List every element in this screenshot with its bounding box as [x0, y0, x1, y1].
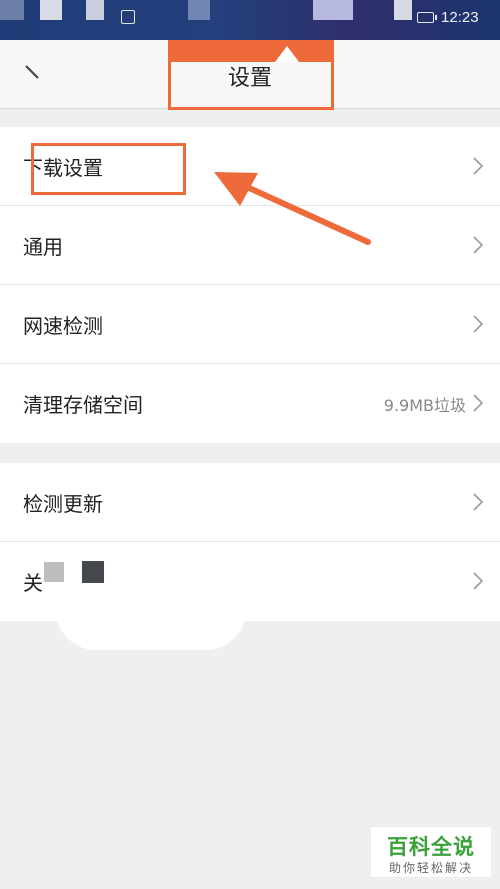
junk-size-value: 9.9MB垃圾 [383, 396, 466, 415]
battery-icon [417, 12, 437, 23]
status-blur-block [188, 0, 210, 20]
row-label: 关 [23, 571, 43, 595]
watermark-logo: 百科全说 助你轻松解决 [370, 826, 492, 878]
chevron-right-icon [473, 394, 484, 412]
settings-row-check-update[interactable]: 检测更新 [0, 463, 500, 542]
chevron-right-icon [473, 572, 484, 590]
highlight-box [31, 143, 186, 195]
row-label: 通用 [23, 235, 63, 259]
status-bar: 12:23 [0, 0, 500, 40]
chevron-right-icon [473, 236, 484, 254]
row-label: 网速检测 [23, 314, 103, 338]
status-blur-block [394, 0, 412, 20]
status-blur-block [86, 0, 104, 20]
redaction-mosaic [44, 562, 64, 582]
status-blur-block [40, 0, 62, 20]
watermark-title: 百科全说 [387, 835, 475, 859]
chevron-right-icon [473, 157, 484, 175]
settings-row-clean-storage[interactable]: 清理存储空间 9.9MB垃圾 [0, 364, 500, 443]
status-blur-block [313, 0, 353, 20]
highlight-arrow-tip [275, 46, 299, 62]
watermark-subtitle: 助你轻松解决 [388, 861, 473, 875]
settings-row-speed-test[interactable]: 网速检测 [0, 285, 500, 364]
header-bar: 设置 [0, 40, 500, 110]
image-notification-icon [121, 10, 135, 24]
settings-row-general[interactable]: 通用 [0, 206, 500, 285]
row-label: 清理存储空间 [23, 393, 143, 417]
row-label: 检测更新 [23, 492, 103, 516]
chevron-right-icon [473, 315, 484, 333]
redaction-mosaic [82, 561, 104, 583]
page-title: 设置 [227, 66, 272, 91]
status-time: 12:23 [441, 9, 479, 26]
chevron-right-icon [473, 493, 484, 511]
status-blur-block [0, 0, 24, 20]
